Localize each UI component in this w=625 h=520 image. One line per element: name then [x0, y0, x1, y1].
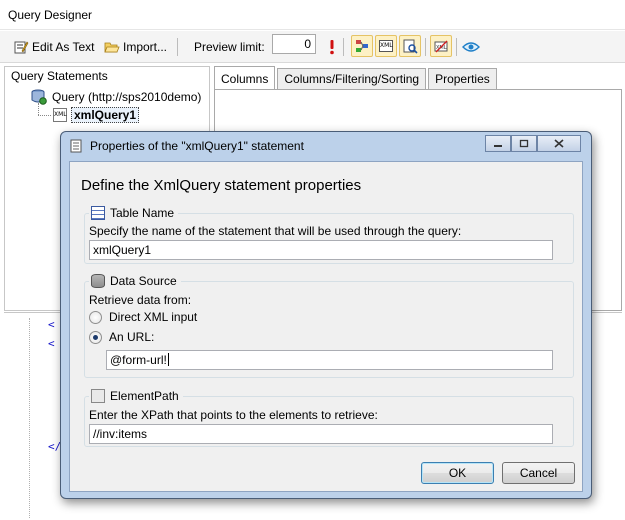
table-name-legend: Table Name [89, 206, 179, 220]
tab-strip: Columns Columns/Filtering/Sorting Proper… [214, 66, 499, 90]
toolbar-separator [177, 38, 178, 56]
preview-eye-button[interactable] [462, 38, 480, 56]
url-input[interactable]: @form-url! [106, 350, 553, 370]
code-fragment: < [48, 337, 55, 350]
url-option-label: An URL: [109, 330, 155, 344]
close-button[interactable] [537, 135, 581, 152]
run-icon[interactable] [328, 38, 336, 56]
data-source-group: Data Source Retrieve data from: Direct X… [84, 274, 574, 378]
element-path-group: ElementPath Enter the XPath that points … [84, 389, 574, 447]
xml-edit-icon: XML [434, 40, 447, 52]
find-button[interactable] [399, 35, 421, 57]
window-controls [485, 135, 581, 152]
properties-dialog: Properties of the "xmlQuery1" statement … [60, 131, 592, 499]
tree-root-label: Query (http://sps2010demo) [52, 90, 202, 104]
tab-columns[interactable]: Columns [214, 66, 276, 89]
tree-node-label: xmlQuery1 [71, 107, 140, 123]
tab-columns-filtering-sorting[interactable]: Columns/Filtering/Sorting [277, 68, 427, 89]
direct-xml-label: Direct XML input [109, 310, 198, 324]
folder-open-icon [104, 42, 120, 53]
toolbar-separator [456, 38, 457, 56]
table-name-group: Table Name Specify the name of the state… [84, 206, 574, 264]
code-fragment: < [48, 318, 55, 331]
ok-button[interactable]: OK [421, 462, 494, 484]
url-input-value: @form-url! [110, 353, 167, 367]
edit-as-text-button[interactable]: Edit As Text [14, 38, 94, 56]
xml-file-icon: XML [53, 108, 67, 122]
edit-as-text-label: Edit As Text [32, 40, 95, 54]
dialog-body: Define the XmlQuery statement properties… [69, 161, 583, 492]
table-icon [91, 206, 105, 220]
toolbar-separator [425, 38, 426, 56]
query-statements-header: Query Statements [11, 69, 108, 83]
table-name-description: Specify the name of the statement that w… [89, 224, 462, 238]
url-radio[interactable] [89, 330, 102, 344]
direct-xml-radio[interactable] [89, 310, 102, 324]
maximize-icon [519, 139, 529, 148]
tree-root-query[interactable]: Query (http://sps2010demo) [31, 89, 201, 105]
tree-connector [38, 103, 39, 115]
tree-connector [38, 115, 51, 116]
schema-button[interactable] [351, 35, 373, 57]
minimize-icon [494, 144, 502, 147]
import-label: Import... [123, 40, 168, 54]
direct-xml-option[interactable]: Direct XML input [89, 310, 197, 324]
xml-button[interactable]: XML [375, 35, 397, 57]
exclamation-icon [330, 40, 334, 55]
element-path-legend: ElementPath [89, 389, 183, 403]
cancel-button[interactable]: Cancel [502, 462, 575, 484]
table-name-legend-label: Table Name [110, 206, 175, 220]
toolbar-separator [343, 38, 344, 56]
data-source-legend: Data Source [89, 274, 181, 288]
minimize-button[interactable] [485, 135, 511, 152]
eye-icon [462, 42, 480, 52]
retrieve-label: Retrieve data from: [89, 293, 192, 307]
element-path-input[interactable]: //inv:items [89, 424, 553, 444]
text-caret [167, 353, 169, 366]
window-title: Query Designer [0, 0, 625, 30]
code-gutter [14, 318, 30, 518]
database-icon [31, 89, 47, 105]
preview-limit-input[interactable]: 0 [272, 34, 316, 54]
close-icon [554, 139, 564, 148]
find-icon [403, 39, 418, 54]
dialog-title: Properties of the "xmlQuery1" statement [90, 139, 304, 153]
preview-limit-label: Preview limit: [194, 38, 265, 56]
dialog-heading: Define the XmlQuery statement properties [81, 177, 362, 194]
data-source-legend-label: Data Source [110, 274, 177, 288]
tab-properties[interactable]: Properties [428, 68, 497, 89]
xml-edit-button[interactable]: XML [430, 35, 452, 57]
xml-icon: XML [379, 40, 393, 52]
schema-icon [356, 40, 368, 52]
element-path-icon [91, 389, 105, 403]
preview-limit-text: Preview limit: [194, 40, 265, 54]
edit-text-icon [14, 41, 29, 54]
import-button[interactable]: Import... [104, 38, 167, 56]
maximize-button[interactable] [511, 135, 537, 152]
tree-node-xmlquery1[interactable]: XML xmlQuery1 [53, 107, 140, 123]
database-icon [91, 274, 105, 288]
url-option[interactable]: An URL: [89, 330, 154, 344]
element-path-legend-label: ElementPath [110, 389, 179, 403]
table-name-input[interactable]: xmlQuery1 [89, 240, 553, 260]
element-path-description: Enter the XPath that points to the eleme… [89, 408, 378, 422]
dialog-app-icon [70, 139, 82, 153]
